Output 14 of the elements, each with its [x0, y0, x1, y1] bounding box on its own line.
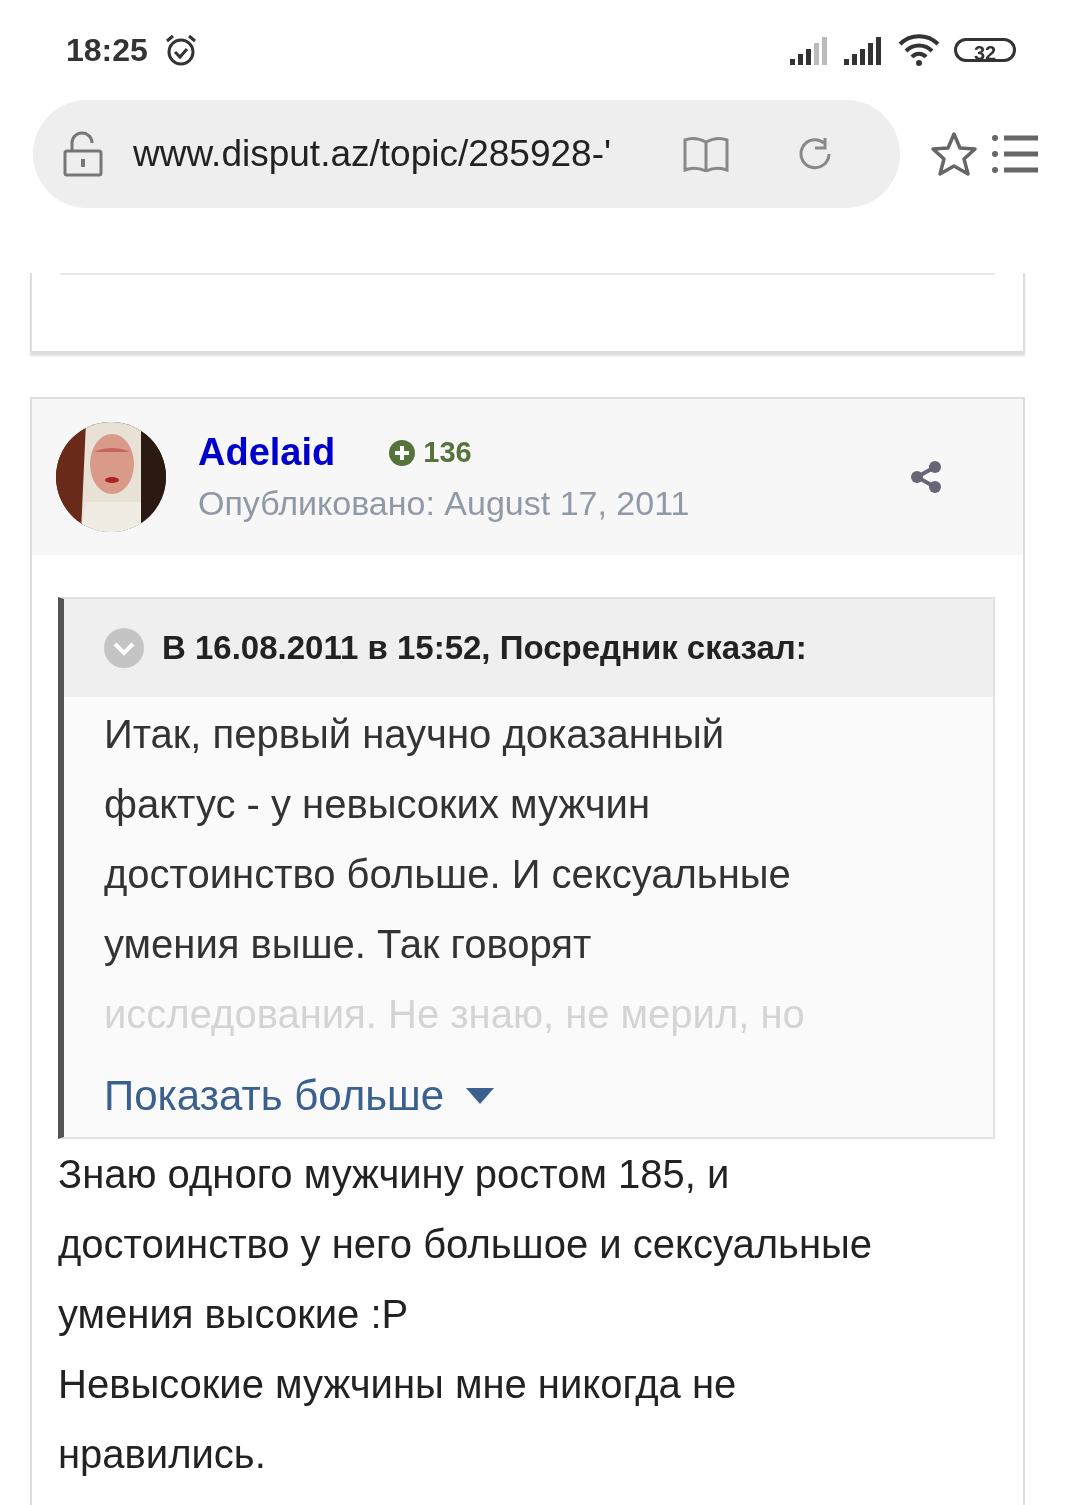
- quote-text-line: умения выше. Так говорят: [104, 921, 593, 968]
- post-paragraph: Знаю одного мужчину ростом 185, и достоинство у него большое и сексуальные умения высокие :P: [58, 1151, 873, 1338]
- reputation-count: 136: [389, 436, 472, 469]
- publish-date: Опубликовано: August 17, 2011: [198, 484, 691, 523]
- author-name[interactable]: Adelaid: [198, 431, 336, 474]
- show-more-link[interactable]: Показать больше: [104, 1055, 495, 1137]
- quote-text-line: Итак, первый научно доказанный: [104, 711, 725, 758]
- clock-time: 18:25: [66, 31, 148, 69]
- quote-header: В 16.08.2011 в 15:52, Посредник сказал:: [162, 629, 807, 667]
- url-text: www.disput.az/topic/285928-': [133, 133, 613, 175]
- quote-text-line: достоинство больше. И сексуальные: [104, 851, 792, 898]
- post-paragraph: Невысокие мужчины мне никогда не нравились.: [58, 1361, 738, 1478]
- quote-text-line: фактус - у невысоких мужчин: [104, 781, 652, 828]
- address-bar[interactable]: www.disput.az/topic/285928-': [33, 100, 900, 208]
